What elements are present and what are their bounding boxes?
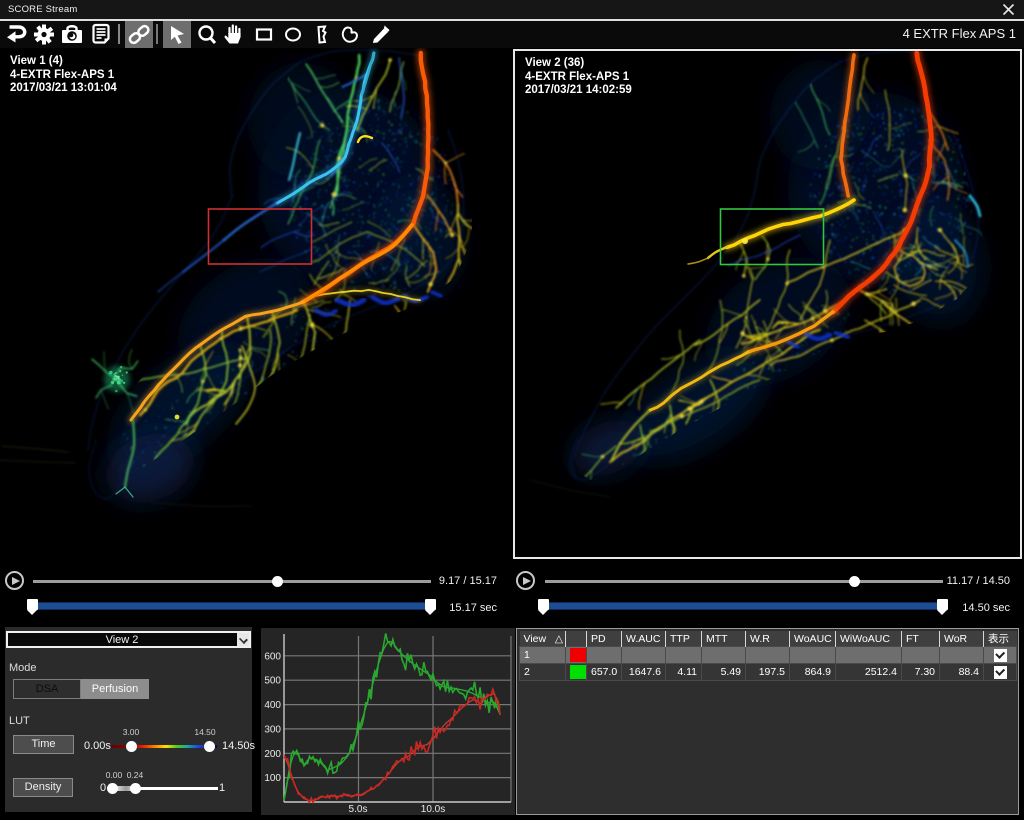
svg-text:5.0s: 5.0s [349, 804, 368, 815]
svg-text:400: 400 [264, 700, 281, 711]
svg-text:10.0s: 10.0s [421, 804, 445, 815]
svg-text:500: 500 [264, 676, 281, 687]
svg-text:100: 100 [264, 773, 281, 784]
svg-text:600: 600 [264, 651, 281, 662]
svg-text:200: 200 [264, 749, 281, 760]
svg-text:300: 300 [264, 724, 281, 735]
